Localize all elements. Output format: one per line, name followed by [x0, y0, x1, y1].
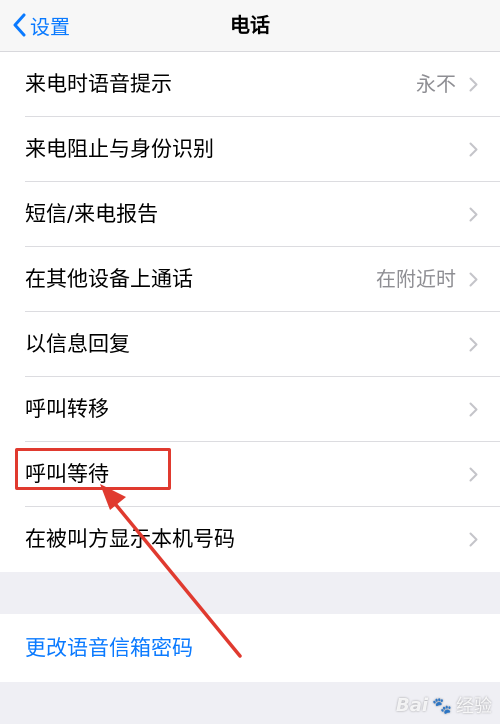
row-label: 呼叫等待	[25, 462, 109, 486]
row-label: 在被叫方显示本机号码	[25, 527, 235, 551]
row-label: 在其他设备上通话	[25, 267, 193, 291]
chevron-right-icon	[469, 142, 478, 157]
watermark-suffix: 经验	[456, 696, 492, 717]
change-voicemail-password-button[interactable]: 更改语音信箱密码	[0, 614, 500, 682]
chevron-right-icon	[469, 272, 478, 287]
row-label: 呼叫转移	[25, 397, 109, 421]
chevron-right-icon	[469, 207, 478, 222]
settings-row-call-waiting[interactable]: 呼叫等待	[0, 442, 500, 507]
navigation-bar: 设置 电话	[0, 0, 500, 52]
settings-row-show-caller-id[interactable]: 在被叫方显示本机号码	[0, 507, 500, 572]
settings-row-respond-with-text[interactable]: 以信息回复	[0, 312, 500, 377]
row-value: 在附近时	[376, 267, 456, 291]
settings-row-call-blocking[interactable]: 来电阻止与身份识别	[0, 117, 500, 182]
settings-row-call-forwarding[interactable]: 呼叫转移	[0, 377, 500, 442]
settings-row-calls-on-other-devices[interactable]: 在其他设备上通话 在附近时	[0, 247, 500, 312]
row-label: 以信息回复	[25, 332, 130, 356]
chevron-right-icon	[469, 467, 478, 482]
settings-group: 来电时语音提示 永不 来电阻止与身份识别 短信/来电报告 在其他设备上通话 在附…	[0, 52, 500, 572]
page-title: 电话	[230, 13, 270, 37]
chevron-right-icon	[469, 337, 478, 352]
watermark-brand: Bai	[396, 694, 429, 716]
row-value: 永不	[416, 72, 456, 96]
row-label: 来电时语音提示	[25, 72, 172, 96]
row-label: 来电阻止与身份识别	[25, 137, 214, 161]
paw-icon: 🐾	[432, 695, 452, 715]
chevron-right-icon	[469, 402, 478, 417]
watermark: Bai 🐾 经验	[396, 692, 492, 718]
settings-row-sms-call-reporting[interactable]: 短信/来电报告	[0, 182, 500, 247]
chevron-right-icon	[469, 77, 478, 92]
settings-row-announce-calls[interactable]: 来电时语音提示 永不	[0, 52, 500, 117]
change-voicemail-password-label: 更改语音信箱密码	[25, 636, 193, 660]
row-label: 短信/来电报告	[25, 202, 159, 226]
chevron-right-icon	[469, 532, 478, 547]
voicemail-group: 更改语音信箱密码	[0, 614, 500, 682]
